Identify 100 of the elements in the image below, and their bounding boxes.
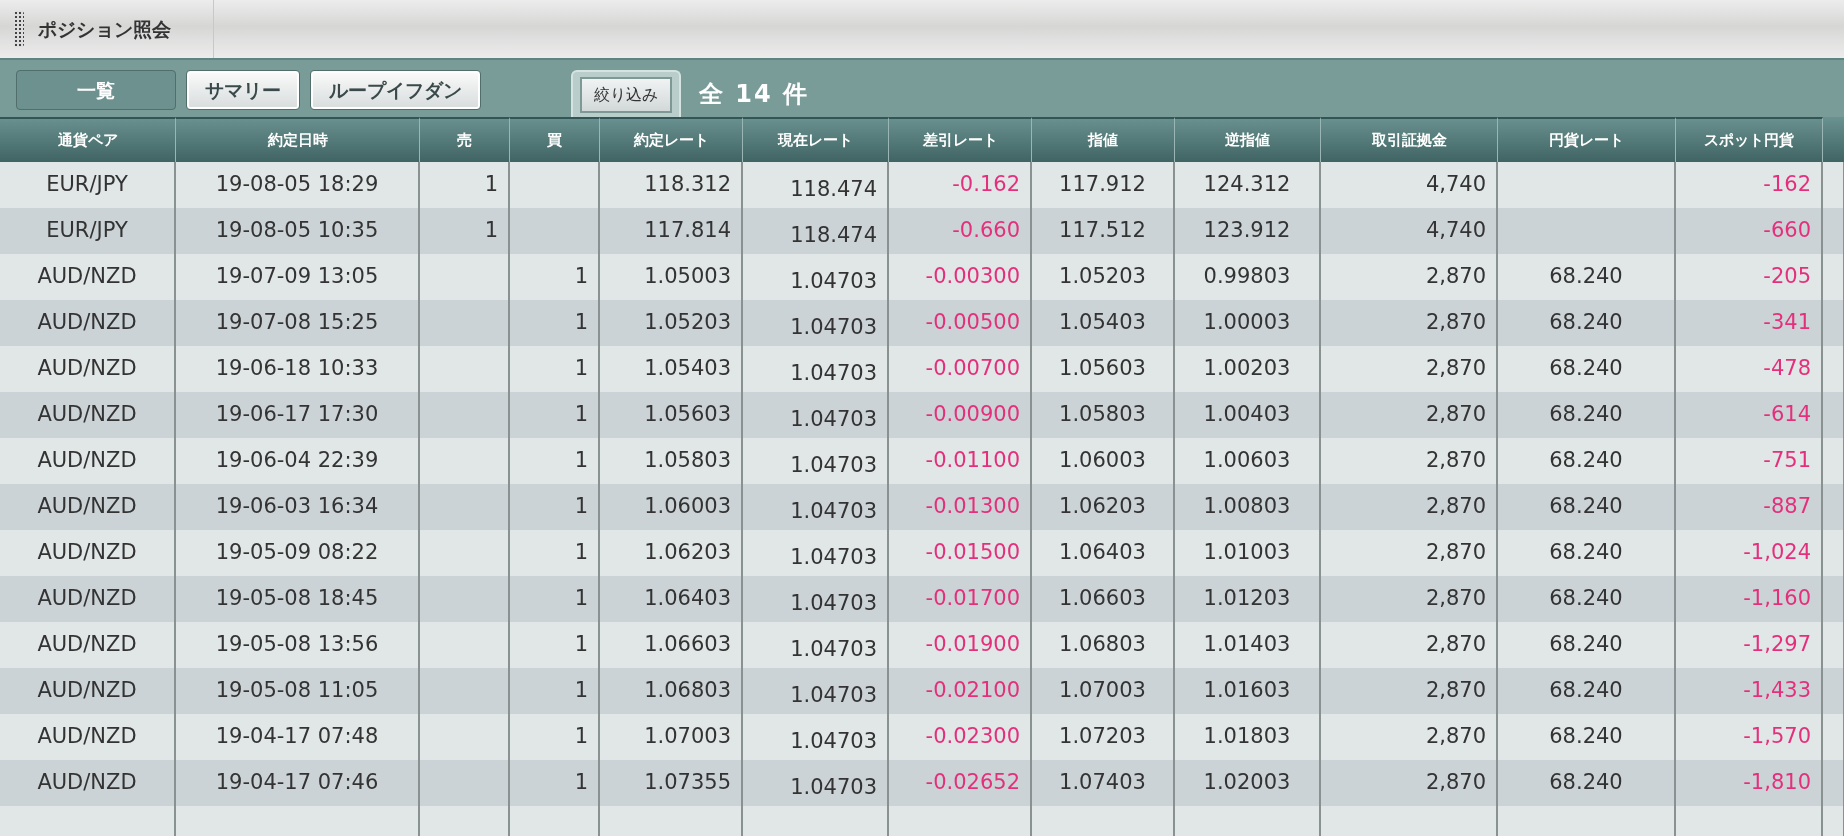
table-cell-text: AUD/NZD [37,539,137,567]
table-cell-text: 1.05803 [644,447,731,475]
table-cell-text: 1.05003 [644,263,731,291]
table-cell-text: 19-04-17 07:46 [215,769,379,797]
table-cell-text: 117.814 [644,217,731,245]
table-cell-text: 1.06403 [1059,539,1146,567]
table-cell-text: 1 [574,539,588,567]
table-cell-text: -0.01300 [925,493,1020,521]
table-cell-text: 1 [574,401,588,429]
tab[interactable]: ループイフダン [310,70,481,110]
window-title: ポジション照会 [38,16,171,42]
table-cell-text: 1.04703 [790,636,877,664]
table-cell-text: -0.00700 [925,355,1020,383]
table-cell-text: 1.05203 [644,309,731,337]
table-cell-text: 1 [484,217,498,245]
table-cell-text: -0.660 [952,217,1020,245]
table-cell-text: 118.474 [790,222,877,250]
table-cell-text: 1 [574,769,588,797]
table-cell-text: 1.04703 [790,590,877,618]
table-cell-text: -0.02652 [925,769,1020,797]
table-cell-text: 2,870 [1425,585,1486,613]
table-cell-text: 1.04703 [790,268,877,296]
table-cell-text: 1 [574,585,588,613]
table-cell-text: 1.06203 [644,539,731,567]
table-cell-text: 1.06603 [644,631,731,659]
table-cell-text: AUD/NZD [37,355,137,383]
table-cell-text: 19-08-05 18:29 [215,171,379,199]
table-cell-text: 1 [574,263,588,291]
table-cell-text: 1.05203 [1059,263,1146,291]
table-cell-text: -1,160 [1743,585,1811,613]
table-cell-text: 2,870 [1425,769,1486,797]
record-count: 全 14 件 [699,78,810,110]
table-cell-text: 19-04-17 07:48 [215,723,379,751]
table-cell-text: 1.02003 [1203,769,1291,797]
table-cell-text: AUD/NZD [37,677,137,705]
table-cell-text: 68.240 [1549,447,1623,475]
table-cell-text: 2,870 [1425,447,1486,475]
table-cell-text: 1.04703 [790,774,877,802]
table-cell-text: -0.01700 [925,585,1020,613]
table-cell-text: -887 [1763,493,1811,521]
table-cell-text: AUD/NZD [37,263,137,291]
filter-button[interactable]: 絞り込み [580,77,672,113]
table-row[interactable]: EUR/JPY 19-08-05 10:35 1 117.814 118.474 -0.660 117.512 123.912 4,740 -660 [0,208,1844,254]
table-cell-text: AUD/NZD [37,769,137,797]
table-cell-text: 68.240 [1549,677,1623,705]
table-cell-text: -0.162 [952,171,1020,199]
table-cell-text: 124.312 [1203,171,1291,199]
table-cell-text: 1.07203 [1059,723,1146,751]
table-cell-text: 1.05603 [644,401,731,429]
table-cell-text: 1.00603 [1203,447,1291,475]
table-cell-text: 1 [484,171,498,199]
table-cell-text: 2,870 [1425,677,1486,705]
table-row[interactable]: AUD/NZD 19-05-08 18:45 1 1.06403 1.04703 -0.01700 1.06603 1.01203 2,870 68.240 -1,160 [0,576,1844,622]
table-row[interactable]: AUD/NZD 19-04-17 07:46 1 1.07355 1.04703 -0.02652 1.07403 1.02003 2,870 68.240 -1,810 [0,760,1844,806]
table-cell-text: 1 [574,677,588,705]
table-cell-text: -0.02100 [925,677,1020,705]
table-row[interactable]: AUD/NZD 19-06-17 17:30 1 1.05603 1.04703 -0.00900 1.05803 1.00403 2,870 68.240 -614 [0,392,1844,438]
table-cell-text: 117.512 [1059,217,1146,245]
table-cell-text: 1.04703 [790,498,877,526]
table-cell-text: 1 [574,631,588,659]
table-row[interactable]: AUD/NZD 19-07-08 15:25 1 1.05203 1.04703 -0.00500 1.05403 1.00003 2,870 68.240 -341 [0,300,1844,346]
table-cell-text: 118.312 [644,171,731,199]
table-cell-text: 19-07-09 13:05 [215,263,379,291]
table-row[interactable]: AUD/NZD 19-05-08 11:05 1 1.06803 1.04703 -0.02100 1.07003 1.01603 2,870 68.240 -1,433 [0,668,1844,714]
table-cell-text: 68.240 [1549,585,1623,613]
table-cell-text: 1.07003 [1059,677,1146,705]
table-cell-text: 2,870 [1425,631,1486,659]
table-cell-text: -0.00900 [925,401,1020,429]
drag-handle-icon[interactable] [14,11,24,47]
table-cell-text: -0.01100 [925,447,1020,475]
table-cell-text: 68.240 [1549,401,1623,429]
table-cell-text: 1.07355 [644,769,731,797]
table-cell-text: 1.00403 [1203,401,1291,429]
table-cell-text: 1.04703 [790,728,877,756]
table-cell-text: AUD/NZD [37,723,137,751]
table-cell-text: -341 [1763,309,1811,337]
table-cell-text: 1.04703 [790,452,877,480]
table-cell-text: 19-06-18 10:33 [215,355,379,383]
table-cell-text: AUD/NZD [37,401,137,429]
table-cell-text: AUD/NZD [37,493,137,521]
table-cell-text: -751 [1763,447,1811,475]
table-cell-text: 1.05403 [1059,309,1146,337]
tab[interactable]: サマリー [186,70,300,110]
table-cell-text: 1.07003 [644,723,731,751]
table-cell-text: -1,433 [1743,677,1811,705]
table-cell-text: -478 [1763,355,1811,383]
table-cell-text: 0.99803 [1203,263,1291,291]
table-cell-text: 68.240 [1549,723,1623,751]
table-row[interactable]: AUD/NZD 19-06-03 16:34 1 1.06003 1.04703 -0.01300 1.06203 1.00803 2,870 68.240 -887 [0,484,1844,530]
table-cell-text: -162 [1763,171,1811,199]
table-cell-text: 1.07403 [1059,769,1146,797]
table-cell-text: EUR/JPY [46,171,128,199]
table-cell-text: 1.01003 [1203,539,1291,567]
table-cell-text: 123.912 [1203,217,1291,245]
table-cell-text: 118.474 [790,176,877,204]
table-cell-text: 68.240 [1549,769,1623,797]
table-cell-text: 2,870 [1425,355,1486,383]
table-cell-text: 2,870 [1425,493,1486,521]
table-cell-text: 1.06803 [644,677,731,705]
table-cell-text: 19-07-08 15:25 [215,309,379,337]
